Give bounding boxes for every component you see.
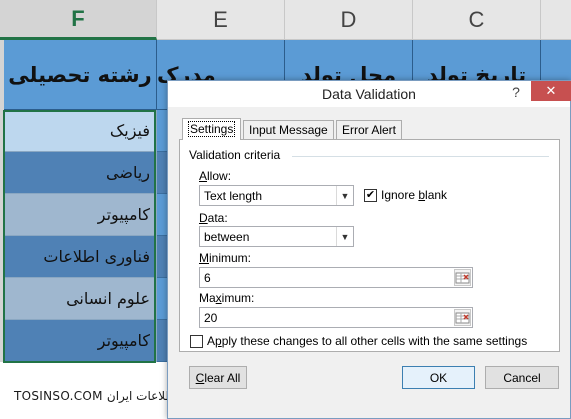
data-value: between [204,230,250,244]
allow-label: Allow: [199,169,232,183]
allow-value: Text length [204,189,263,203]
tab-error-alert[interactable]: Error Alert [336,120,403,139]
ignore-blank-label[interactable]: Ignore blank [381,188,447,202]
apply-all-label[interactable]: Apply these changes to all other cells w… [207,334,527,348]
data-cell[interactable]: علوم انسانی [4,278,157,320]
data-label: Data: [199,211,228,225]
maximum-field[interactable]: 20 [199,307,473,328]
cell-text: کامپیوتر [97,205,150,224]
minimum-value: 6 [204,271,211,285]
chevron-down-icon[interactable]: ▼ [336,186,353,205]
ignore-blank-checkbox[interactable]: ✔ [364,189,377,202]
data-select[interactable]: between ▼ [199,226,354,247]
cell-text: فناوری اطلاعات [43,247,150,266]
maximum-label: Maximum: [199,291,255,305]
chevron-down-icon[interactable]: ▼ [336,227,353,246]
maximum-value: 20 [204,311,218,325]
data-cell[interactable]: کامپیوتر [4,194,157,236]
range-selector-icon[interactable] [454,309,471,326]
data-cell[interactable]: فیزیک [4,110,157,152]
tab-input-message[interactable]: Input Message [243,120,334,139]
data-validation-dialog: Data Validation ? ✕ Settings Input Messa… [167,80,571,419]
cell-text: ریاضی [106,163,150,182]
column-header-c[interactable]: C [413,0,541,40]
row-header-stub[interactable] [0,40,4,110]
cancel-button[interactable]: Cancel [485,366,559,389]
clear-all-button[interactable]: Clear All [189,366,247,389]
column-header-next[interactable] [541,0,571,40]
cell-text: فیزیک [109,121,150,140]
dialog-titlebar[interactable]: Data Validation ? ✕ [168,81,571,107]
validation-criteria-title: Validation criteria [189,148,281,162]
settings-panel: Validation criteria Allow: Text length ▼… [179,139,560,352]
help-icon[interactable]: ? [508,84,524,100]
tab-error-alert-label: Error Alert [342,123,397,137]
group-divider [292,156,549,157]
cell-text: علوم انسانی [66,289,150,308]
ok-button[interactable]: OK [402,366,475,389]
column-header-f[interactable]: F [0,0,157,40]
cell-text: کامپیوتر [97,331,150,350]
range-selector-icon[interactable] [454,269,471,286]
tab-input-message-label: Input Message [249,123,328,137]
tab-settings[interactable]: Settings [182,118,242,140]
header-cell-field-of-study[interactable]: رشته تحصیلی [4,40,157,110]
minimum-field[interactable]: 6 [199,267,473,288]
column-header-e[interactable]: E [157,0,285,40]
data-cell[interactable]: ریاضی [4,152,157,194]
allow-select[interactable]: Text length ▼ [199,185,354,206]
close-icon: ✕ [545,83,557,98]
checkmark-icon: ✔ [365,189,376,201]
data-cell[interactable]: کامپیوتر [4,320,157,362]
close-button[interactable]: ✕ [531,81,571,101]
minimum-label: Minimum: [199,251,252,265]
header-text-field-of-study: رشته تحصیلی [8,62,152,87]
apply-all-checkbox[interactable] [190,335,203,348]
column-header-d[interactable]: D [285,0,413,40]
tab-settings-label: Settings [188,121,236,137]
data-cell[interactable]: فناوری اطلاعات [4,236,157,278]
